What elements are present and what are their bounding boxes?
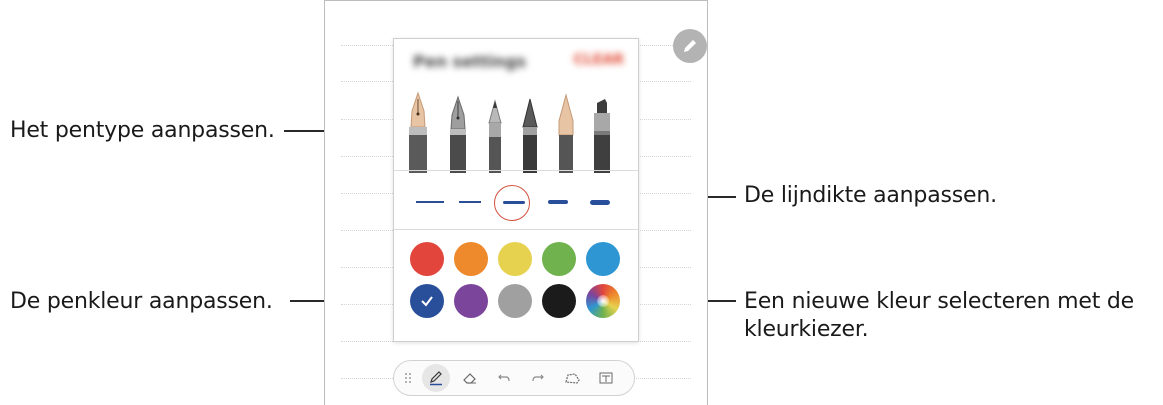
thickness-option-2[interactable] — [452, 187, 488, 217]
color-black[interactable] — [542, 284, 576, 318]
chalk-option[interactable] — [552, 89, 580, 173]
section-divider — [394, 170, 638, 171]
color-spectrum-icon — [597, 295, 609, 307]
selected-thickness-indicator — [494, 185, 530, 221]
color-gray[interactable] — [498, 284, 532, 318]
redo-icon — [532, 374, 544, 382]
eraser-tool-button[interactable] — [456, 364, 484, 392]
drag-handle[interactable] — [400, 364, 416, 392]
pencil-option[interactable] — [481, 89, 509, 173]
pen-mode-button[interactable] — [673, 29, 707, 63]
callout-line-thickness: De lijndikte aanpassen. — [744, 183, 997, 208]
pen-settings-popup: Pen settings CLEAR — [393, 38, 639, 342]
thickness-option-1[interactable] — [412, 187, 448, 217]
callout-color-picker-line1: Een nieuwe kleur selecteren met de — [744, 289, 1135, 314]
lasso-icon — [565, 373, 580, 384]
thickness-option-5[interactable] — [582, 187, 618, 217]
color-picker-button[interactable] — [586, 284, 620, 318]
callout-color-picker-line2: kleurkiezer. — [744, 317, 869, 342]
brush-pen-option[interactable] — [516, 89, 544, 173]
lasso-tool-button[interactable] — [558, 364, 586, 392]
text-icon — [599, 372, 613, 384]
color-red[interactable] — [410, 242, 444, 276]
check-icon — [421, 296, 433, 307]
color-green[interactable] — [542, 242, 576, 276]
undo-icon — [498, 374, 510, 382]
pen-tool-button[interactable] — [422, 364, 450, 392]
text-tool-button[interactable] — [592, 364, 620, 392]
color-yellow[interactable] — [498, 242, 532, 276]
eraser-icon — [463, 373, 476, 384]
callout-pen-type: Het pentype aanpassen. — [10, 118, 275, 143]
clear-button[interactable]: CLEAR — [574, 52, 624, 68]
color-dark-blue[interactable] — [410, 284, 444, 318]
redo-button[interactable] — [524, 364, 552, 392]
calligraphy-pen-option[interactable] — [444, 89, 472, 173]
fountain-pen-option[interactable] — [404, 89, 432, 173]
drag-handle-icon — [405, 373, 411, 383]
color-orange[interactable] — [454, 242, 488, 276]
color-blue[interactable] — [586, 242, 620, 276]
popup-title: Pen settings — [413, 52, 527, 71]
pencil-icon — [684, 40, 696, 52]
color-purple[interactable] — [454, 284, 488, 318]
thickness-option-3[interactable] — [494, 185, 532, 221]
bottom-toolbar — [393, 360, 635, 396]
phone-screen: Pen settings CLEAR — [324, 0, 708, 405]
undo-button[interactable] — [490, 364, 518, 392]
marker-option[interactable] — [588, 89, 616, 173]
callout-pen-color: De penkleur aanpassen. — [10, 289, 273, 314]
section-divider — [394, 229, 638, 230]
thickness-option-4[interactable] — [540, 187, 576, 217]
pen-icon — [430, 371, 442, 386]
